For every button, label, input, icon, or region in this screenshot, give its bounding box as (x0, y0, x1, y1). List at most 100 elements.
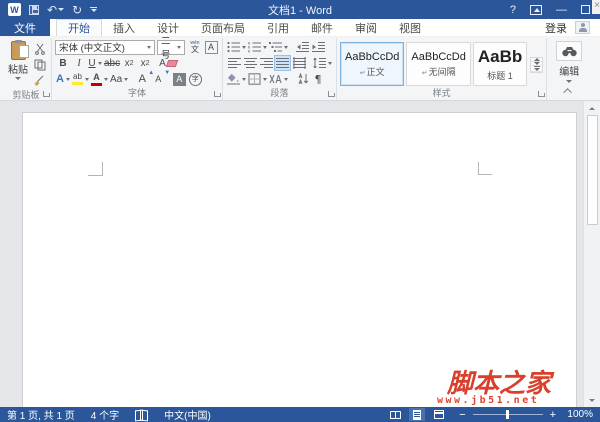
zoom-slider-thumb[interactable] (505, 410, 509, 419)
tab-page-layout[interactable]: 页面布局 (190, 19, 256, 36)
tab-insert[interactable]: 插入 (102, 19, 146, 36)
word-logo-icon: W (8, 3, 21, 16)
multilevel-list-button[interactable] (268, 39, 289, 55)
proofing-status-icon[interactable] (135, 410, 148, 420)
copy-icon (34, 59, 45, 71)
chevron-down-icon (15, 77, 21, 80)
style-preview: AaBbCcDd (345, 50, 400, 63)
undo-button[interactable]: ↶ (47, 4, 65, 16)
maximize-button[interactable] (581, 5, 590, 14)
zoom-out-button[interactable]: − (459, 409, 465, 421)
character-shading-button[interactable]: A (171, 71, 187, 87)
redo-button[interactable]: ↻ (72, 4, 82, 16)
highlight-color-button[interactable]: ab (71, 71, 90, 87)
triangle-up-icon (589, 106, 595, 110)
change-case-button[interactable]: Aa (109, 71, 129, 87)
page-number-status[interactable]: 第 1 页, 共 1 页 (7, 407, 75, 422)
font-dialog-launcher[interactable] (213, 90, 221, 98)
sort-button[interactable] (294, 71, 310, 87)
scrollbar-thumb[interactable] (586, 115, 598, 225)
align-right-button[interactable] (258, 55, 274, 71)
font-name-combo[interactable]: 宋体 (中文正文) (55, 39, 155, 55)
font-color-button[interactable]: A (90, 71, 109, 87)
grow-font-button[interactable]: A ▲ (134, 70, 155, 87)
read-mode-button[interactable] (387, 408, 403, 421)
shrink-font-button[interactable]: A ▼ (150, 70, 170, 87)
print-layout-button[interactable] (409, 408, 426, 421)
increase-indent-button[interactable] (310, 39, 326, 55)
zoom-level[interactable]: 100% (563, 409, 593, 420)
styles-dialog-launcher[interactable] (537, 90, 546, 98)
numbering-button[interactable] (247, 39, 268, 55)
align-left-icon (227, 58, 241, 68)
paragraph-dialog-launcher[interactable] (327, 90, 335, 98)
minimize-button[interactable]: — (556, 4, 567, 16)
subscript-button[interactable]: x2 (121, 55, 137, 71)
align-left-button[interactable] (226, 55, 242, 71)
tab-view[interactable]: 视图 (388, 19, 432, 36)
scroll-down-button[interactable] (584, 393, 600, 407)
style-heading-1[interactable]: AaBb 标题 1 (472, 42, 528, 86)
save-button[interactable] (29, 4, 39, 15)
character-border-button[interactable]: A (203, 39, 219, 55)
word-count-status[interactable]: 4 个字 (91, 407, 119, 422)
copy-button[interactable] (32, 57, 48, 73)
decrease-indent-button[interactable] (294, 39, 310, 55)
sign-in-link[interactable]: 登录 (545, 20, 567, 36)
tab-references[interactable]: 引用 (256, 19, 300, 36)
style-normal[interactable]: AaBbCcDd ↵正文 (340, 42, 405, 86)
help-button[interactable]: ? (510, 4, 516, 16)
chevron-up-icon (563, 88, 572, 97)
italic-button[interactable]: I (71, 55, 87, 71)
undo-dropdown-icon[interactable] (58, 8, 65, 11)
chevron-down-icon (263, 45, 267, 49)
scroll-up-button[interactable] (584, 101, 600, 115)
bullets-button[interactable] (226, 39, 247, 55)
tab-home[interactable]: 开始 (56, 19, 102, 36)
paste-button[interactable]: 粘贴 (4, 39, 32, 89)
shading-button[interactable] (226, 71, 247, 87)
web-layout-button[interactable] (431, 408, 447, 421)
superscript-button[interactable]: x2 (137, 55, 153, 71)
enclose-characters-button[interactable]: 字 (187, 71, 203, 87)
paragraph-style-mark: ↵ (421, 69, 428, 77)
underline-button[interactable]: U (87, 55, 103, 71)
distribute-button[interactable] (291, 55, 307, 71)
align-center-button[interactable] (242, 55, 258, 71)
tab-file[interactable]: 文件 (0, 19, 50, 36)
zoom-slider[interactable] (472, 410, 543, 419)
style-preview: AaBbCcDd (411, 50, 466, 63)
tab-mailings[interactable]: 邮件 (300, 19, 344, 36)
qat-bar-icon (90, 7, 98, 8)
vertical-scrollbar[interactable] (583, 101, 600, 407)
tab-review[interactable]: 审阅 (344, 19, 388, 36)
asian-layout-button[interactable] (268, 71, 289, 87)
customize-qat-button[interactable] (90, 7, 98, 12)
user-avatar-icon[interactable] (575, 21, 590, 34)
ribbon-display-options-button[interactable] (530, 4, 542, 15)
zoom-in-button[interactable]: + (550, 409, 556, 421)
styles-gallery-scroll (530, 57, 544, 73)
phonetic-guide-button[interactable]: wén 文 (187, 39, 203, 55)
format-painter-button[interactable] (32, 73, 48, 89)
strikethrough-button[interactable]: abc (103, 55, 121, 71)
line-spacing-button[interactable] (312, 55, 333, 71)
show-hide-marks-button[interactable]: ¶ (310, 71, 326, 87)
styles-gallery-more-button[interactable] (531, 66, 543, 72)
style-name: 无间隔 (428, 66, 456, 77)
language-status[interactable]: 中文(中国) (164, 407, 211, 422)
collapse-ribbon-button[interactable] (562, 86, 576, 97)
cut-button[interactable] (32, 41, 48, 57)
justify-button[interactable] (274, 55, 291, 71)
clipboard-dialog-launcher[interactable] (42, 90, 50, 98)
clear-formatting-button[interactable]: A (158, 55, 178, 71)
bold-button[interactable]: B (55, 55, 71, 71)
document-area: 脚本之家 www.jb51.net (0, 101, 600, 407)
borders-button[interactable] (247, 71, 268, 87)
style-no-spacing[interactable]: AaBbCcDd ↵无间隔 (406, 42, 471, 86)
font-color-icon: A (91, 72, 102, 86)
editing-menu-button[interactable]: 编辑 (550, 39, 588, 87)
character-border-icon: A (204, 40, 218, 54)
font-size-combo[interactable]: 二号 (157, 36, 185, 61)
text-effects-button[interactable]: A (55, 71, 71, 87)
